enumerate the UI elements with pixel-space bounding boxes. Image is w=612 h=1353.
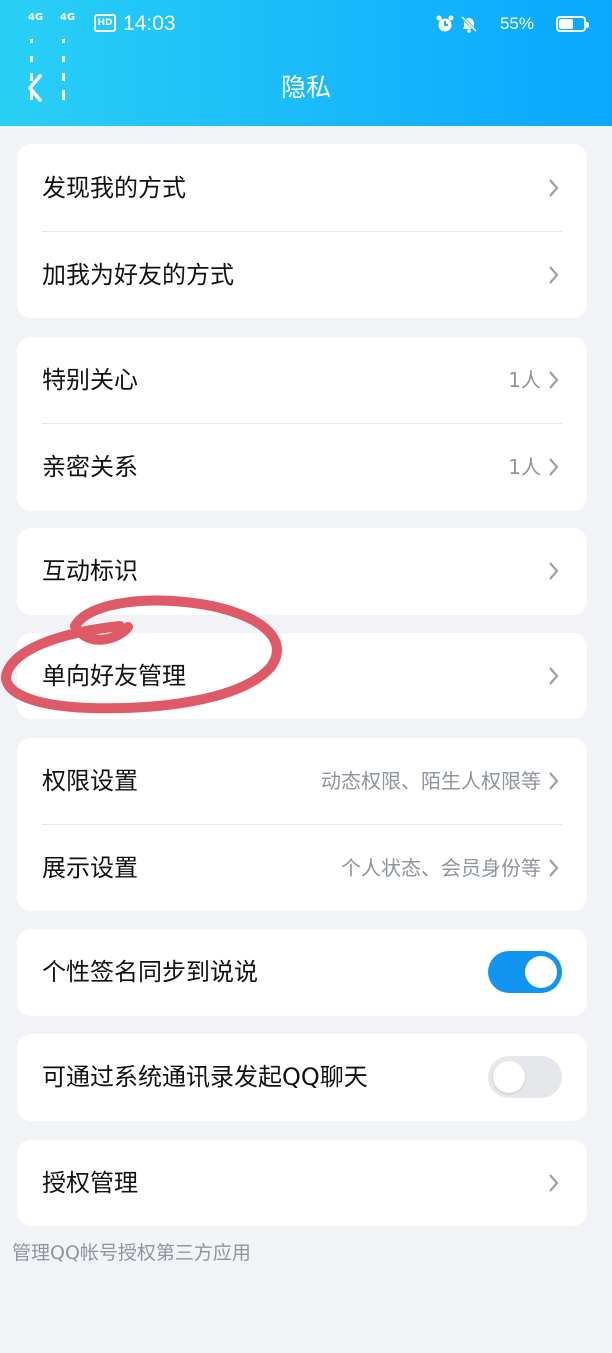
muted-bell-icon [460, 15, 478, 33]
chevron-right-icon [549, 1174, 559, 1192]
interaction-badge-row[interactable]: 互动标识 [17, 528, 587, 614]
chevron-right-icon [549, 562, 559, 580]
chevron-right-icon [549, 667, 559, 685]
signature-sync-card: 个性签名同步到说说 [17, 929, 587, 1016]
close-relationship-row[interactable]: 亲密关系 1人 [17, 424, 587, 510]
contacts-chat-card: 可通过系统通讯录发起QQ聊天 [17, 1034, 587, 1121]
contacts-chat-toggle[interactable] [488, 1056, 562, 1098]
chevron-right-icon [549, 266, 559, 284]
signature-sync-row: 个性签名同步到说说 [17, 929, 587, 1015]
header: 4G 4G HD 14:03 55% 隐私 [0, 0, 612, 126]
chevron-right-icon [549, 371, 559, 389]
authorization-footer-text: 管理QQ帐号授权第三方应用 [12, 1242, 251, 1264]
special-care-row[interactable]: 特别关心 1人 [17, 337, 587, 423]
display-settings-row[interactable]: 展示设置 个人状态、会员身份等 [17, 825, 587, 911]
status-bar: 4G 4G HD 14:03 55% [0, 0, 612, 100]
discover-settings-card: 发现我的方式 加我为好友的方式 [17, 144, 587, 318]
signature-sync-toggle[interactable] [488, 951, 562, 993]
discover-me-row[interactable]: 发现我的方式 [17, 145, 587, 231]
battery-percent: 55% [499, 14, 534, 33]
oneway-friend-management-row[interactable]: 单向好友管理 [17, 633, 587, 719]
page-title: 隐私 [280, 73, 331, 102]
toggle-knob [493, 1061, 525, 1093]
chevron-right-icon [549, 859, 559, 877]
oneway-friend-card: 单向好友管理 [17, 633, 587, 719]
chevron-right-icon [549, 179, 559, 197]
authorization-card: 授权管理 [17, 1140, 587, 1226]
alarm-icon [436, 15, 454, 32]
interaction-card: 互动标识 [17, 528, 587, 615]
relations-card: 特别关心 1人 亲密关系 1人 [17, 337, 587, 511]
contacts-chat-row: 可通过系统通讯录发起QQ聊天 [17, 1034, 587, 1120]
permission-settings-row[interactable]: 权限设置 动态权限、陌生人权限等 [17, 738, 587, 824]
chevron-right-icon [549, 458, 559, 476]
chevron-right-icon [549, 772, 559, 790]
authorization-management-row[interactable]: 授权管理 [17, 1140, 587, 1226]
battery-icon [556, 16, 589, 32]
toggle-knob [525, 956, 557, 988]
add-friend-method-row[interactable]: 加我为好友的方式 [17, 232, 587, 318]
permission-display-card: 权限设置 动态权限、陌生人权限等 展示设置 个人状态、会员身份等 [17, 738, 587, 911]
hd-badge: HD [94, 14, 116, 32]
time: 14:03 [123, 12, 176, 35]
